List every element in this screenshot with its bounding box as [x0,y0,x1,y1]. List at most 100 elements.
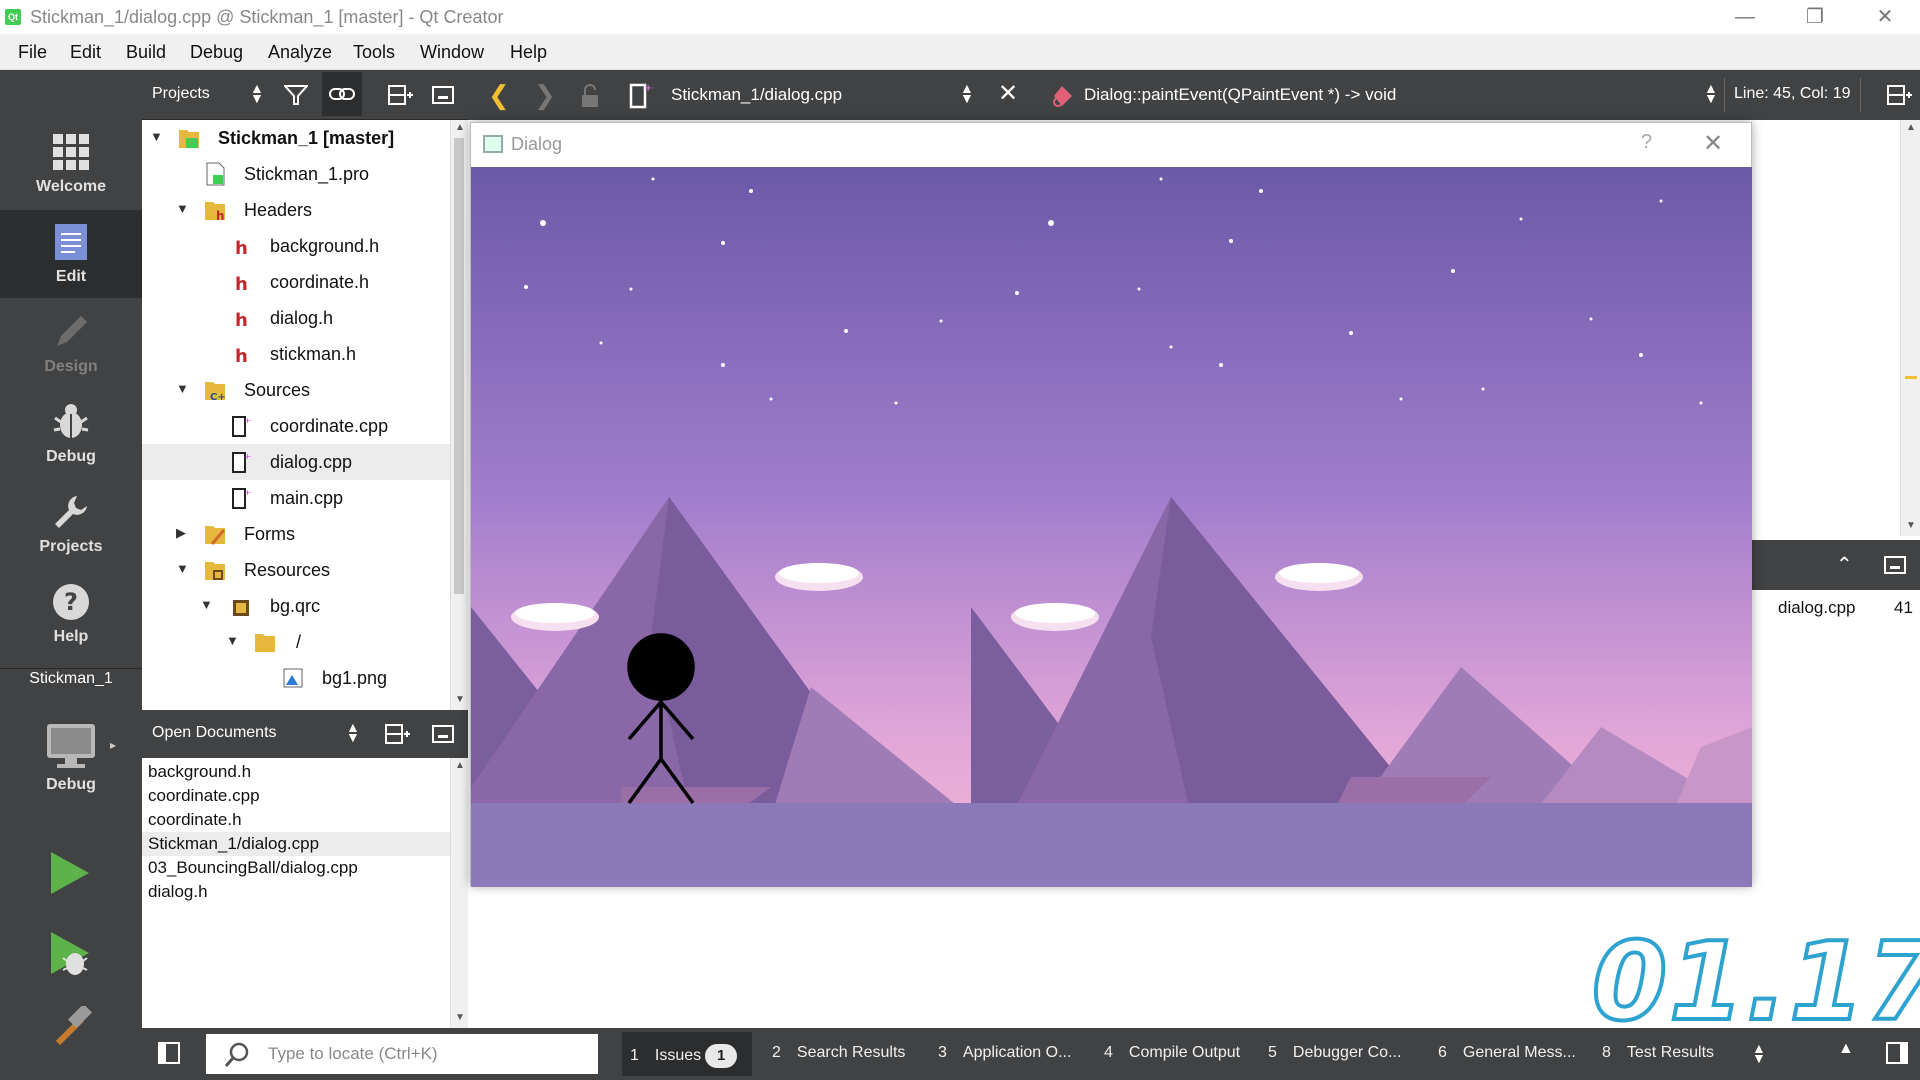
ground [471,803,1752,887]
collapse-arrow-icon[interactable]: ▼ [176,201,189,216]
editor-file-name[interactable]: Stickman_1/dialog.cpp [671,85,842,105]
dialog-window[interactable]: Dialog ? ✕ [470,122,1752,887]
tab-search-results[interactable]: 2 Search Results [772,1044,905,1062]
tree-item-project[interactable]: ▼ Stickman_1 [master] [142,120,450,156]
menu-edit[interactable]: Edit [70,42,101,63]
close-pane-icon[interactable] [432,725,454,743]
collapse-arrow-icon[interactable]: ▼ [150,129,163,144]
minimize-icon[interactable]: — [1710,0,1780,34]
split-icon[interactable] [384,723,410,745]
tree-item-sources[interactable]: ▼ C++ Sources [142,372,450,408]
search-result-row[interactable]: dialog.cpp 41 [1748,590,1920,630]
projects-selector[interactable]: Projects [152,85,210,103]
editor-scrollbar[interactable]: ▲ ▼ [1900,120,1920,536]
qrc-file-icon [233,600,249,616]
locator-field[interactable]: Type to locate (Ctrl+K) [206,1034,598,1074]
tree-item-file[interactable]: h dialog.h [142,300,450,336]
tab-issues[interactable]: 1 Issues 1 [630,1044,738,1068]
dialog-close-icon[interactable]: ✕ [1703,129,1723,158]
list-item[interactable]: background.h [142,760,450,784]
lock-icon[interactable] [578,83,602,109]
function-selector[interactable]: Dialog::paintEvent(QPaintEvent *) -> voi… [1084,85,1396,105]
updown-icon[interactable]: ▲ ▼ [1704,81,1718,105]
tree-item-pro-file[interactable]: Stickman_1.pro [142,156,450,192]
updown-icon[interactable]: ▲ ▼ [250,81,264,105]
chevron-up-icon[interactable]: ⌃ [1836,552,1853,577]
mode-projects[interactable]: Projects [0,480,142,568]
build-hammer-icon[interactable] [45,1006,95,1056]
menu-tools[interactable]: Tools [353,42,395,63]
tree-item-label: Resources [244,560,331,580]
debug-run-icon[interactable] [45,928,95,978]
mode-design[interactable]: Design [0,300,142,388]
split-icon[interactable] [387,84,413,106]
restore-icon[interactable]: ❐ [1780,0,1850,34]
menu-build[interactable]: Build [126,42,166,63]
tree-item-file[interactable]: h coordinate.h [142,264,450,300]
cpp-file-icon: ++ [232,488,252,509]
split-icon[interactable] [1886,84,1912,106]
collapse-arrow-icon[interactable]: ▼ [176,381,189,396]
tree-item-file[interactable]: bg1.png [142,660,450,696]
tree-item-file[interactable]: h stickman.h [142,336,450,372]
tab-compile-output[interactable]: 4 Compile Output [1104,1044,1240,1062]
updown-icon[interactable]: ▲ ▼ [1752,1041,1766,1065]
mode-welcome[interactable]: Welcome [0,120,142,208]
close-icon[interactable]: ✕ [1850,0,1920,34]
tree-item-forms[interactable]: ▶ Forms [142,516,450,552]
wrench-icon [55,496,87,528]
list-item[interactable]: dialog.h [142,880,450,904]
close-pane-icon[interactable] [432,86,454,104]
toggle-right-sidebar-icon[interactable] [1886,1042,1908,1064]
tree-item-qrc[interactable]: ▼ bg.qrc [142,588,450,624]
updown-icon[interactable]: ▲ ▼ [960,81,974,105]
list-item[interactable]: coordinate.cpp [142,784,450,808]
list-item[interactable]: coordinate.h [142,808,450,832]
tree-item-file-selected[interactable]: ++ dialog.cpp [142,444,450,480]
tree-item-file[interactable]: ++ coordinate.cpp [142,408,450,444]
forms-folder-icon [205,526,226,545]
list-item[interactable]: 03_BouncingBall/dialog.cpp [142,856,450,880]
updown-icon[interactable]: ▲ ▼ [346,720,360,744]
project-tree-scrollbar[interactable]: ▲ ▼ [450,120,468,710]
toggle-sidebar-icon[interactable] [158,1042,180,1064]
back-arrow-icon[interactable]: ❮ [488,80,510,111]
video-timestamp-overlay: 01.17 [1590,918,1920,1047]
collapse-arrow-icon[interactable]: ▼ [176,561,189,576]
tree-item-file[interactable]: ++ main.cpp [142,480,450,516]
open-documents-list: background.h coordinate.cpp coordinate.h… [142,758,468,1028]
cpp-file-icon: ++ [232,452,252,473]
menu-debug[interactable]: Debug [190,42,243,63]
menu-help[interactable]: Help [510,42,547,63]
menu-window[interactable]: Window [420,42,484,63]
close-pane-icon[interactable] [1884,556,1906,574]
tab-test-results[interactable]: 8 Test Results [1602,1044,1714,1062]
mode-help[interactable]: ? Help [0,570,142,658]
link-icon[interactable] [328,84,356,104]
kit-selector[interactable]: Debug ▸ [0,710,142,810]
run-icon[interactable] [45,848,95,898]
open-documents-selector[interactable]: Open Documents [152,724,277,742]
tree-item-file[interactable]: h background.h [142,228,450,264]
help-button[interactable]: ? [1641,131,1652,154]
tab-general-messages[interactable]: 6 General Mess... [1438,1044,1576,1062]
mode-debug[interactable]: Debug [0,390,142,478]
list-item-selected[interactable]: Stickman_1/dialog.cpp [142,832,450,856]
tab-debugger-console[interactable]: 5 Debugger Co... [1268,1044,1401,1062]
menu-file[interactable]: File [18,42,47,63]
expand-arrow-icon[interactable]: ▶ [176,525,186,541]
filter-icon[interactable] [284,84,308,106]
close-document-icon[interactable]: ✕ [998,79,1018,108]
forward-arrow-icon[interactable]: ❯ [534,80,556,111]
open-documents-scrollbar[interactable]: ▲ ▼ [450,758,468,1028]
menu-analyze[interactable]: Analyze [268,42,332,63]
output-pane-header: ⌃ [1748,540,1920,590]
line-column-indicator[interactable]: Line: 45, Col: 19 [1734,85,1851,103]
tree-item-resources[interactable]: ▼ Resources [142,552,450,588]
collapse-arrow-icon[interactable]: ▼ [226,633,239,648]
collapse-arrow-icon[interactable]: ▼ [200,597,213,612]
tab-application-output[interactable]: 3 Application O... [938,1044,1071,1062]
mode-edit[interactable]: Edit [0,210,142,298]
tree-item-headers[interactable]: ▼ h Headers [142,192,450,228]
tree-item-folder[interactable]: ▼ / [142,624,450,660]
